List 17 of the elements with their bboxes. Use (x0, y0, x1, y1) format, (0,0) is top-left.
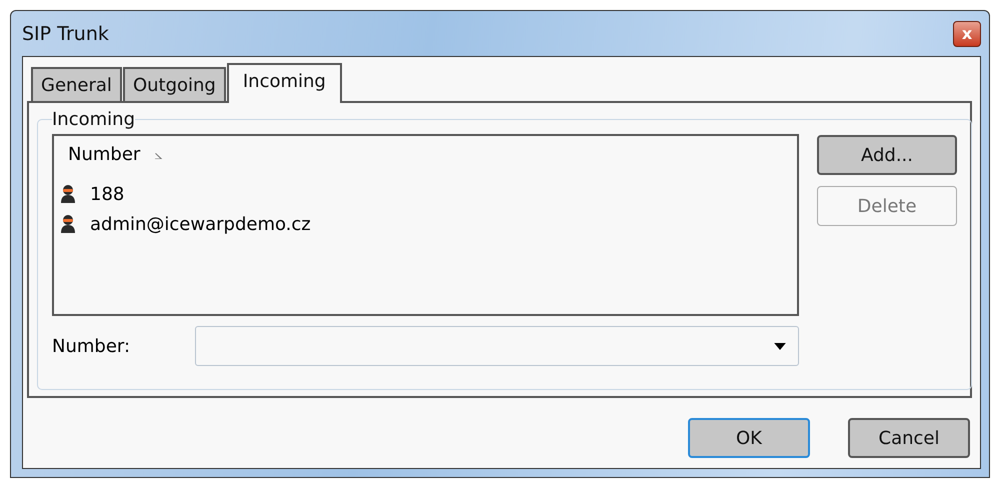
group-title: Incoming (52, 109, 135, 130)
dialog-button[interactable]: Cancel (848, 418, 970, 458)
caret-icon (774, 342, 786, 350)
field-label: Number: (52, 336, 132, 356)
sort-indicator: ⦣ (154, 146, 162, 162)
tab[interactable]: Incoming (226, 63, 342, 103)
number-combo-box[interactable] (195, 326, 799, 366)
list-item[interactable]: 188 (90, 184, 124, 204)
window-title: SIP Trunk (22, 22, 109, 44)
action-button[interactable]: Add... (817, 135, 957, 175)
user-icon (60, 184, 76, 204)
tab[interactable]: General (31, 67, 122, 101)
list-item[interactable]: admin@icewarpdemo.cz (90, 214, 311, 234)
column-header[interactable]: Number (68, 144, 140, 165)
user-icon (60, 214, 76, 234)
tab[interactable]: Outgoing (122, 67, 226, 101)
dialog-button[interactable]: OK (688, 418, 810, 458)
